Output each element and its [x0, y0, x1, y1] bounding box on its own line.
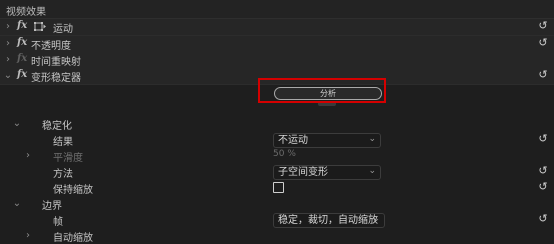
effect-row-opacity[interactable]: › fx 不透明度 ↺ — [0, 36, 554, 53]
group-label-stabilization: 稳定化 — [42, 121, 72, 132]
result-select[interactable]: 不运动 ⌄ — [273, 133, 381, 148]
group-row-borders[interactable]: ⌄ 边界 — [0, 196, 554, 212]
method-select[interactable]: 子空间变形 ⌄ — [273, 165, 381, 180]
effect-label-opacity: 不透明度 — [31, 41, 71, 52]
framing-select-value: 稳定，裁切，自动缩放 — [278, 215, 378, 226]
reset-icon[interactable]: ↺ — [537, 20, 549, 32]
chevron-right-icon[interactable]: › — [3, 54, 13, 66]
motion-transform-icon[interactable] — [34, 21, 46, 32]
reset-icon[interactable]: ↺ — [537, 69, 549, 81]
preserve-scale-checkbox[interactable] — [273, 182, 284, 193]
param-label-result: 结果 — [53, 137, 73, 148]
chevron-right-icon[interactable]: › — [3, 21, 13, 33]
param-label-smoothness: 平滑度 — [53, 153, 83, 164]
chevron-right-icon[interactable]: › — [23, 230, 33, 242]
framing-select[interactable]: 稳定，裁切，自动缩放 ⌄ — [273, 213, 385, 228]
param-label-method: 方法 — [53, 169, 73, 180]
chevron-down-icon: ⌄ — [372, 214, 380, 224]
reset-icon[interactable]: ↺ — [537, 181, 549, 193]
reset-icon[interactable]: ↺ — [537, 213, 549, 225]
fx-icon[interactable]: fx — [17, 37, 27, 48]
param-row-method: 方法 子空间变形 ⌄ ↺ — [0, 164, 554, 180]
chevron-down-icon[interactable]: ⌄ — [12, 118, 22, 130]
panel-title-bar: 视频效果 — [0, 0, 554, 19]
result-select-value: 不运动 — [278, 135, 308, 146]
chevron-right-icon[interactable]: › — [23, 150, 33, 162]
fx-icon[interactable]: fx — [17, 20, 27, 31]
chevron-down-icon[interactable]: ⌄ — [12, 198, 22, 210]
param-label-framing: 帧 — [53, 217, 63, 228]
effect-label-warp-stabilizer: 变形稳定器 — [31, 73, 81, 84]
fx-icon: fx — [17, 53, 28, 64]
smoothness-value: 50 % — [273, 149, 296, 159]
chevron-down-icon[interactable]: ⌄ — [3, 70, 13, 82]
panel-title: 视频效果 — [6, 7, 46, 18]
reset-icon[interactable]: ↺ — [537, 133, 549, 145]
effect-label-time-remap: 时间重映射 — [31, 57, 81, 68]
chevron-down-icon: ⌄ — [368, 134, 376, 144]
reset-icon[interactable]: ↺ — [537, 37, 549, 49]
group-row-stabilization[interactable]: ⌄ 稳定化 — [0, 116, 554, 132]
group-label-borders: 边界 — [42, 201, 62, 212]
method-select-value: 子空间变形 — [278, 167, 328, 178]
effect-label-motion: 运动 — [53, 24, 73, 35]
param-row-preserve-scale: 保持缩放 ↺ — [0, 180, 554, 197]
param-row-framing: 帧 稳定，裁切，自动缩放 ⌄ ↺ — [0, 212, 554, 228]
param-row-result: 结果 不运动 ⌄ ↺ — [0, 132, 554, 148]
fx-icon[interactable]: fx — [17, 69, 27, 80]
param-row-smoothness: › 平滑度 50 % — [0, 148, 554, 164]
chevron-right-icon[interactable]: › — [3, 38, 13, 50]
effect-row-motion[interactable]: › fx 运动 ↺ — [0, 19, 554, 36]
effect-row-time-remap[interactable]: › fx 时间重映射 — [0, 52, 554, 69]
chevron-down-icon: ⌄ — [368, 166, 376, 176]
reset-icon[interactable]: ↺ — [537, 165, 549, 177]
highlight-box — [258, 78, 386, 103]
param-label-preserve-scale: 保持缩放 — [53, 185, 93, 196]
